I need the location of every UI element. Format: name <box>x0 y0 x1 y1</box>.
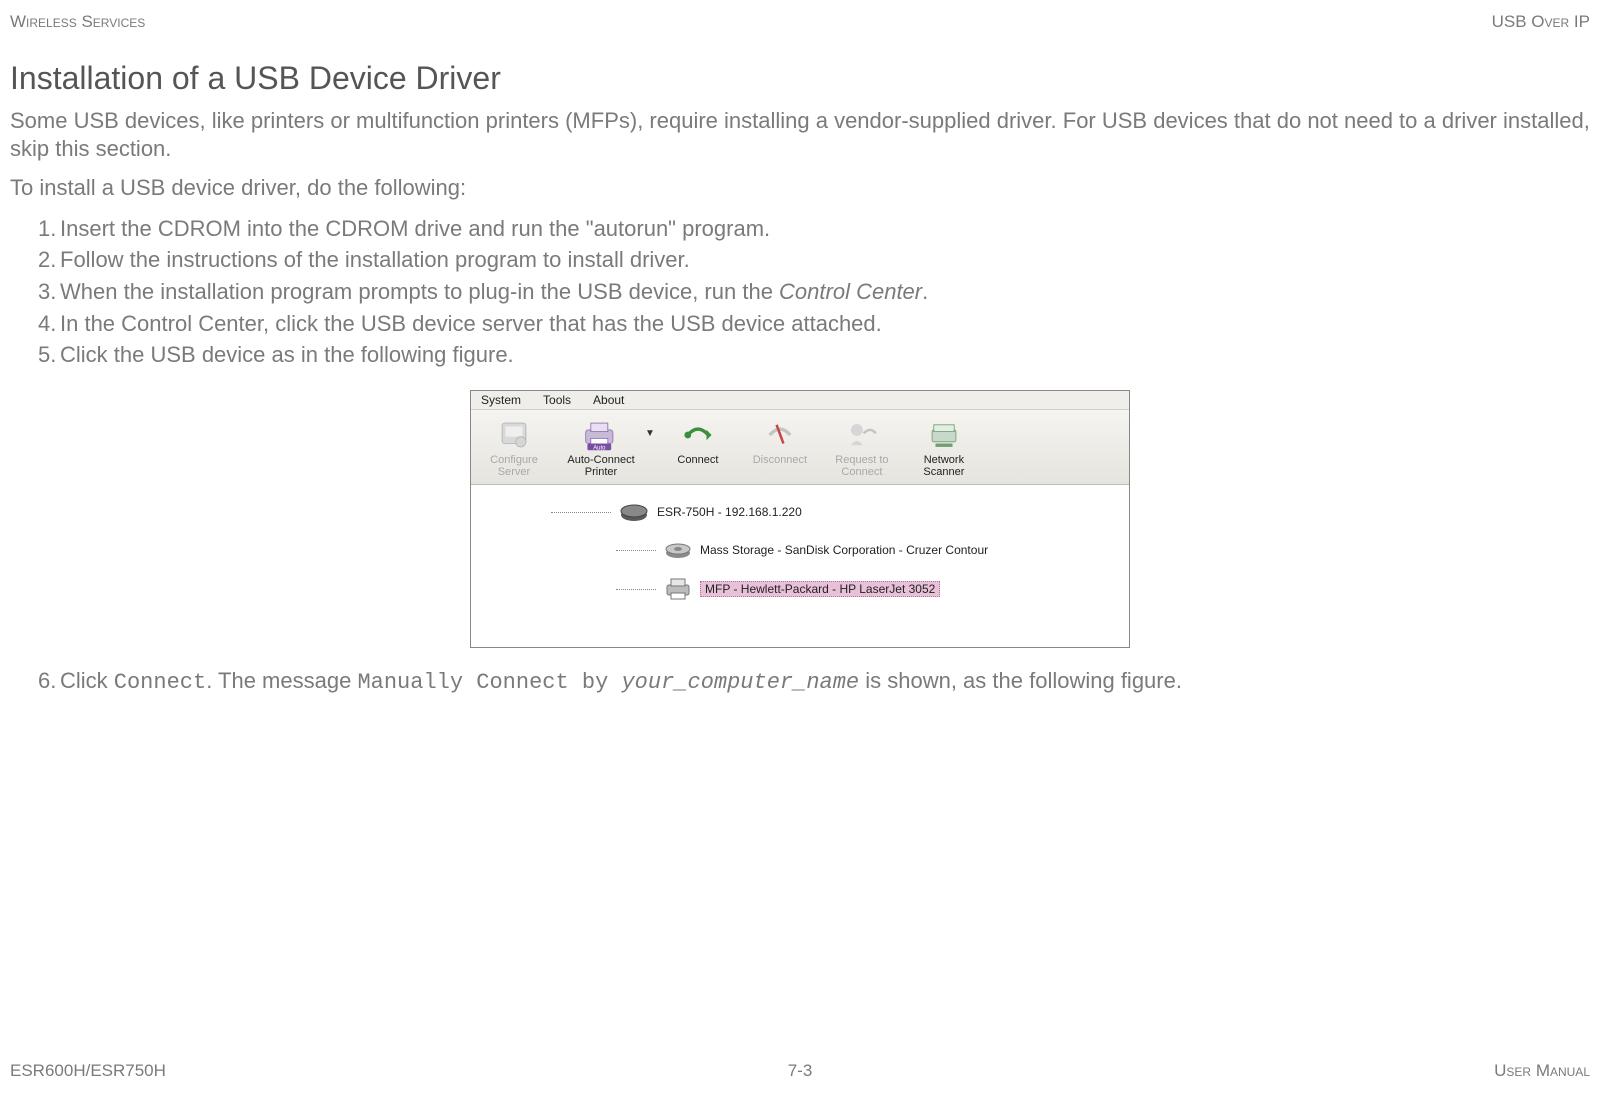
step-3-text-a: When the installation program prompts to… <box>60 279 779 304</box>
step-6-text-d: Manually Connect by <box>357 670 621 695</box>
tree-mfp-row[interactable]: MFP - Hewlett-Packard - HP LaserJet 3052 <box>481 577 1119 601</box>
page-title: Installation of a USB Device Driver <box>10 60 1590 97</box>
tree-connector <box>616 589 656 590</box>
request-connect-button: Request to Connect <box>823 414 901 480</box>
step-5: 5.Click the USB device as in the followi… <box>38 340 1590 370</box>
configure-server-icon <box>495 418 533 452</box>
toolbar: Configure Server Auto Auto-Connect Print… <box>471 410 1129 485</box>
configure-server-button: Configure Server <box>475 414 553 480</box>
page-footer: ESR600H/ESR750H 7-3 User Manual <box>10 1061 1590 1081</box>
step-3: 3.When the installation program prompts … <box>38 277 1590 307</box>
menu-tools[interactable]: Tools <box>543 393 571 407</box>
tree-mfp-label: MFP - Hewlett-Packard - HP LaserJet 3052 <box>700 581 940 597</box>
connect-label: Connect <box>677 454 718 466</box>
connect-icon <box>679 418 717 452</box>
server-device-icon <box>619 501 649 523</box>
step-1-text: Insert the CDROM into the CDROM drive an… <box>60 216 770 241</box>
disconnect-label: Disconnect <box>753 454 807 466</box>
auto-connect-printer-button[interactable]: Auto Auto-Connect Printer <box>557 414 645 480</box>
step-6-text-e: your_computer_name <box>621 670 859 695</box>
step-3-text-b: Control Center <box>779 279 922 304</box>
scanner-icon <box>925 418 963 452</box>
step-6: 6.Click Connect. The message Manually Co… <box>38 666 1590 698</box>
tree-server-label: ESR-750H - 192.168.1.220 <box>657 505 802 519</box>
printer-device-icon <box>664 577 692 601</box>
tree-server-row[interactable]: ESR-750H - 192.168.1.220 <box>481 501 1119 523</box>
footer-left: ESR600H/ESR750H <box>10 1061 166 1081</box>
header-right-text: USB Over IP <box>1492 12 1590 32</box>
step-2: 2.Follow the instructions of the install… <box>38 245 1590 275</box>
menu-about[interactable]: About <box>593 393 624 407</box>
device-tree: ESR-750H - 192.168.1.220 Mass Storage - … <box>471 485 1129 647</box>
auto-connect-label-1: Auto-Connect <box>567 454 634 466</box>
configure-server-label-1: Configure <box>490 454 538 466</box>
request-connect-label-2: Connect <box>841 466 882 478</box>
request-connect-label-1: Request to <box>835 454 888 466</box>
control-center-window: System Tools About Configure Server <box>470 390 1130 648</box>
step-6-text-b: Connect <box>114 670 206 695</box>
configure-server-label-2: Server <box>498 466 530 478</box>
step-4-text: In the Control Center, click the USB dev… <box>60 311 882 336</box>
footer-right: User Manual <box>1494 1061 1590 1081</box>
storage-device-icon <box>664 539 692 561</box>
tree-connector <box>551 512 611 513</box>
auto-connect-label-2: Printer <box>585 466 617 478</box>
network-scanner-button[interactable]: Network Scanner <box>905 414 983 480</box>
printer-auto-icon: Auto <box>582 418 620 452</box>
network-scanner-label-2: Scanner <box>923 466 964 478</box>
auto-connect-dropdown-icon[interactable]: ▼ <box>645 428 655 439</box>
disconnect-icon <box>761 418 799 452</box>
steps-list-continued: 6.Click Connect. The message Manually Co… <box>10 666 1590 698</box>
request-connect-icon <box>843 418 881 452</box>
step-3-text-c: . <box>922 279 928 304</box>
step-1: 1.Insert the CDROM into the CDROM drive … <box>38 214 1590 244</box>
menubar: System Tools About <box>471 391 1129 410</box>
step-2-text: Follow the instructions of the installat… <box>60 247 690 272</box>
svg-text:Auto: Auto <box>593 445 606 451</box>
tree-connector <box>616 550 656 551</box>
disconnect-button: Disconnect <box>741 414 819 480</box>
step-6-text-c: . The message <box>206 668 357 693</box>
intro-paragraph: Some USB devices, like printers or multi… <box>10 107 1590 162</box>
network-scanner-label-1: Network <box>924 454 964 466</box>
menu-system[interactable]: System <box>481 393 521 407</box>
step-6-text-f: is shown, as the following figure. <box>859 668 1182 693</box>
step-5-text: Click the USB device as in the following… <box>60 342 514 367</box>
header-left-text: Wireless Services <box>10 12 145 32</box>
footer-page-number: 7-3 <box>788 1061 813 1081</box>
connect-button[interactable]: Connect <box>659 414 737 480</box>
tree-storage-label: Mass Storage - SanDisk Corporation - Cru… <box>700 543 988 557</box>
tree-storage-row[interactable]: Mass Storage - SanDisk Corporation - Cru… <box>481 539 1119 561</box>
step-6-text-a: Click <box>60 668 114 693</box>
steps-list: 1.Insert the CDROM into the CDROM drive … <box>10 214 1590 370</box>
lead-paragraph: To install a USB device driver, do the f… <box>10 174 1590 202</box>
step-4: 4.In the Control Center, click the USB d… <box>38 309 1590 339</box>
